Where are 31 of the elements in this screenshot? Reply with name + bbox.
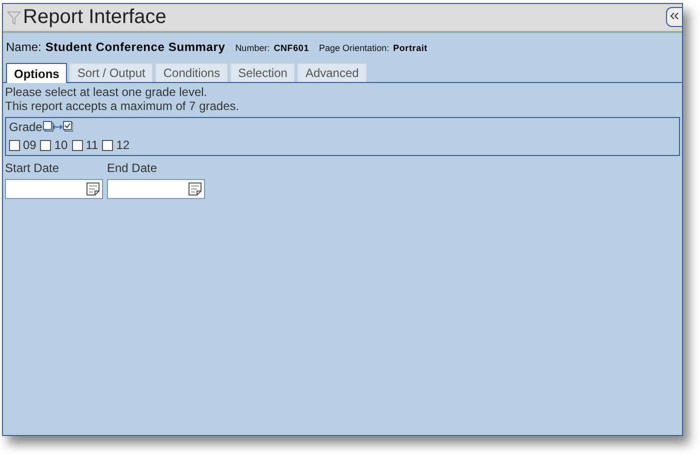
instruction-text: This report accepts a maximum of 7 grades.	[5, 99, 240, 113]
grade-checkbox[interactable]	[9, 140, 20, 150]
number-label: Number:	[235, 43, 270, 53]
toggle-all-icon[interactable]	[43, 120, 74, 134]
grade-label: Grade	[9, 120, 42, 134]
tab[interactable]: Options	[6, 63, 68, 83]
name-label: Name:	[6, 40, 42, 54]
tab[interactable]: Selection	[230, 63, 296, 82]
grade-checkbox[interactable]	[40, 140, 52, 150]
collapse-button[interactable]	[666, 7, 682, 27]
date-field[interactable]	[5, 179, 103, 199]
orientation-label: Page Orientation:	[319, 43, 390, 53]
date-field[interactable]	[107, 179, 205, 199]
date-label: Start Date	[5, 161, 60, 175]
tab[interactable]: Conditions	[155, 63, 228, 82]
grade-option-label: 11	[86, 138, 98, 152]
instruction-text: Please select at least one grade level.	[5, 85, 208, 99]
orientation-value: Portrait	[393, 43, 428, 53]
report-number: CNF601	[274, 43, 310, 53]
grade-option-label: 09	[23, 138, 36, 152]
tab[interactable]: Sort / Output	[69, 63, 154, 82]
date-label: End Date	[107, 161, 158, 175]
grade-checkbox[interactable]	[72, 140, 83, 150]
window-title: Report Interface	[23, 6, 166, 29]
filter-icon	[7, 10, 21, 26]
double-chevron-icon	[670, 12, 680, 20]
grade-option-label: 10	[54, 138, 68, 152]
tab[interactable]: Advanced	[297, 63, 367, 82]
report-name: Student Conference Summary	[45, 40, 226, 54]
grade-checkbox[interactable]	[102, 140, 114, 150]
grade-option-label: 12	[116, 138, 130, 152]
